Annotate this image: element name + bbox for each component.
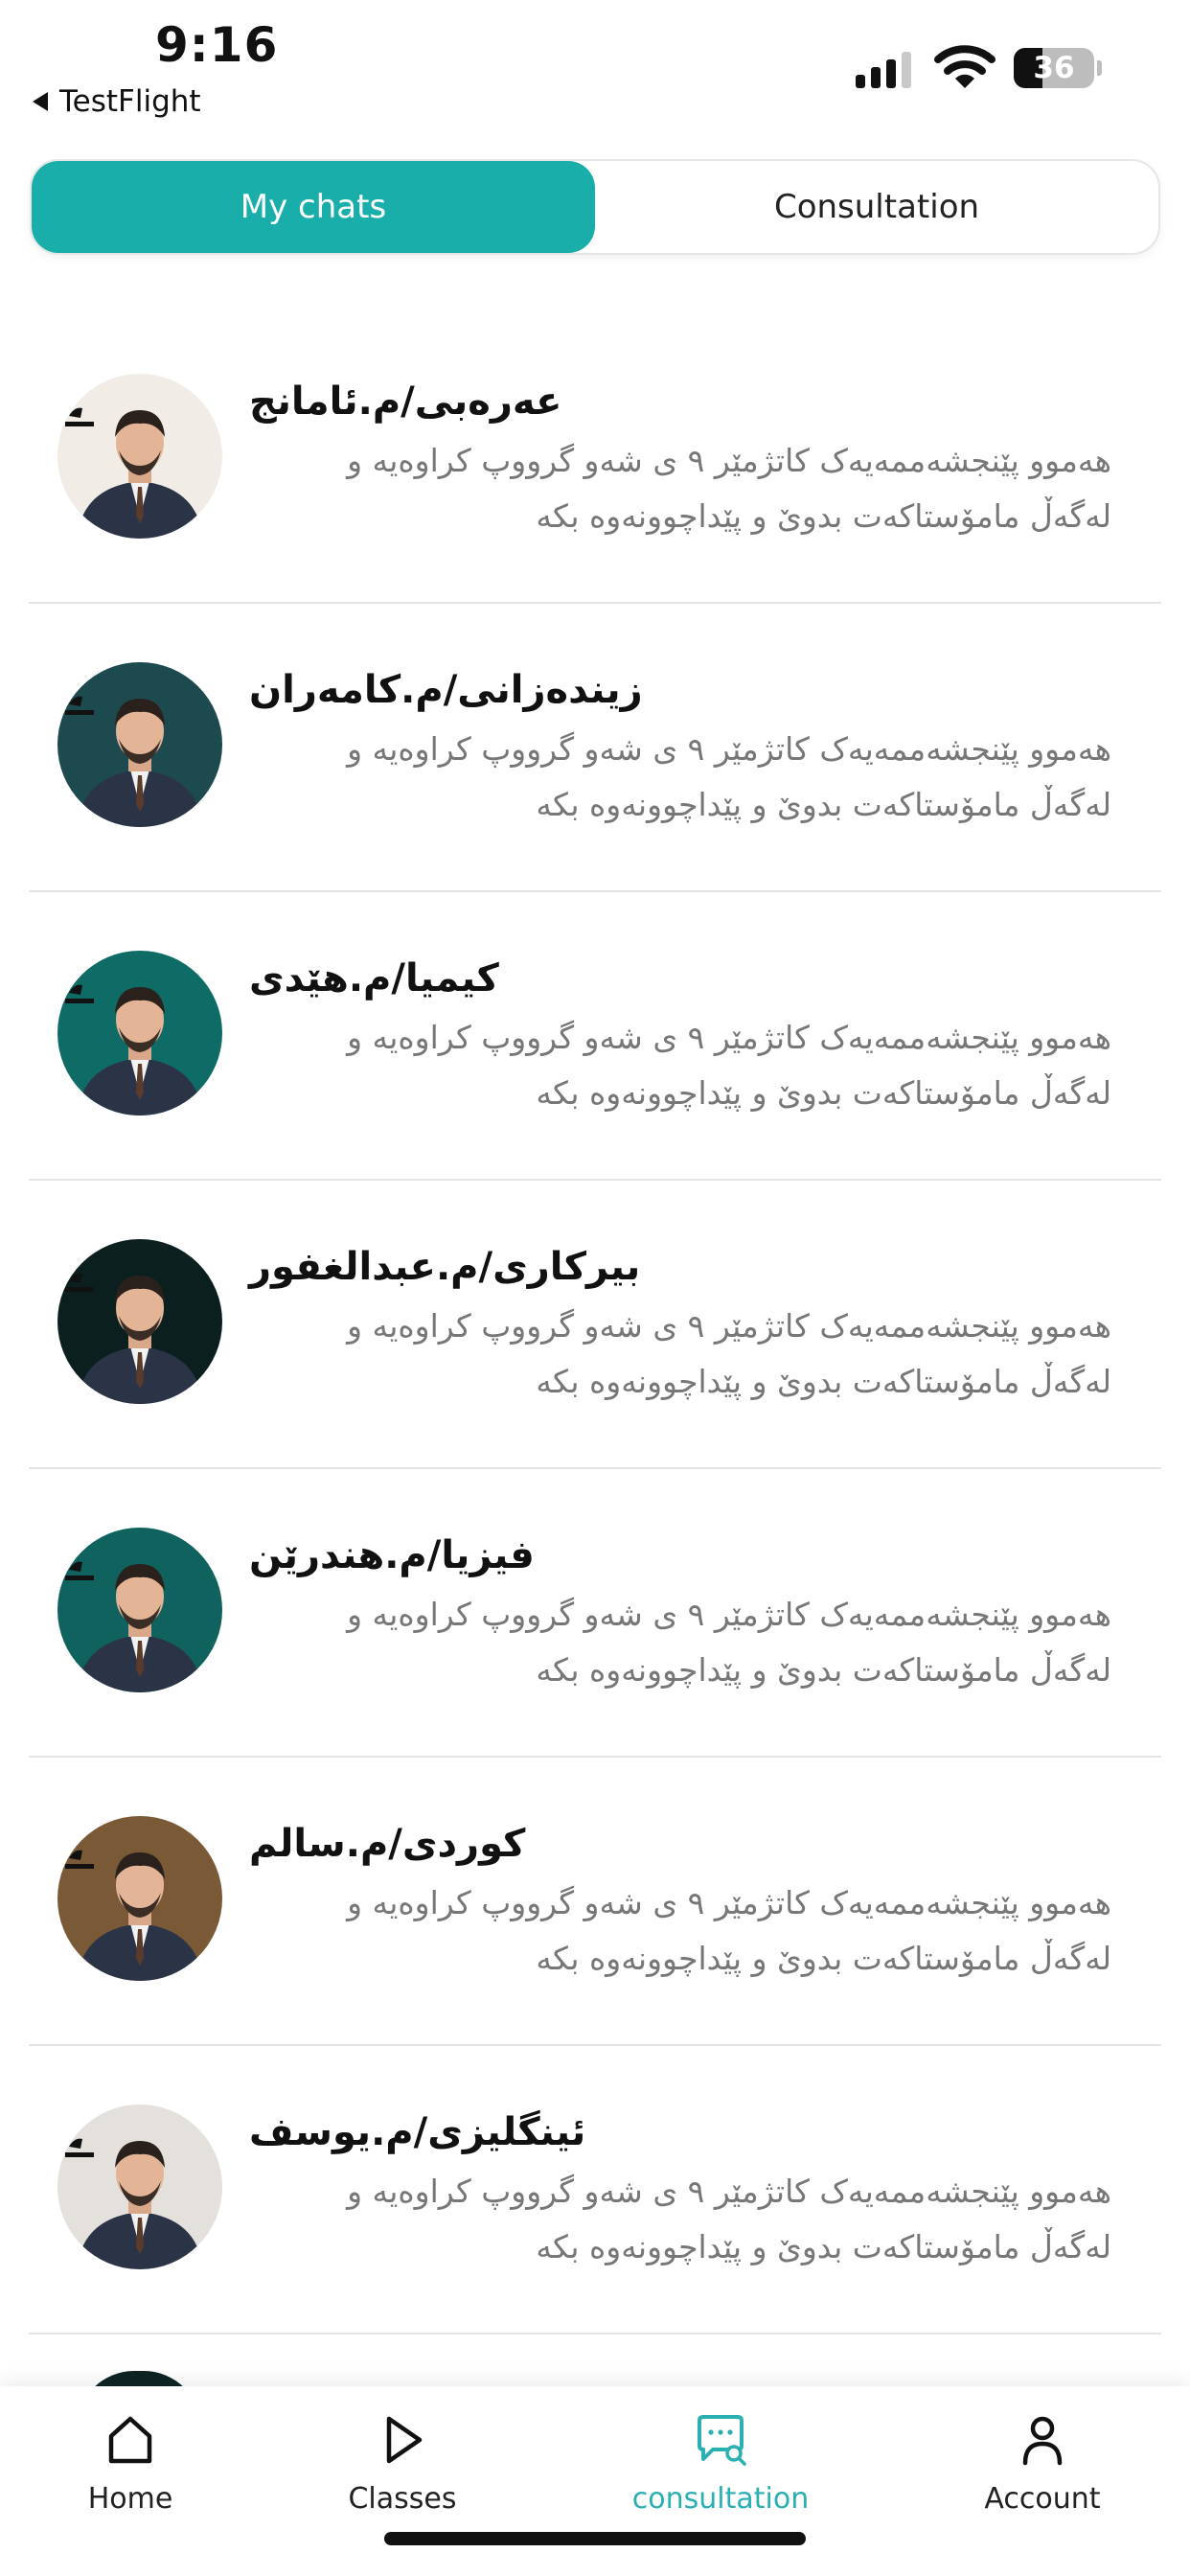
chat-message-line: هەموو پێنجشەممەیەک کاتژمێر ٩ ی شەو گرووپ… — [347, 1884, 1111, 1921]
tab-home[interactable]: Home — [15, 2411, 245, 2517]
chat-name: زیندەزانی/م.کامەران — [249, 668, 643, 712]
tab-consultation-nav[interactable]: consultation — [606, 2411, 835, 2517]
status-time: 9:16 — [155, 17, 279, 73]
avatar — [57, 374, 222, 539]
divider — [29, 1179, 1161, 1181]
avatar — [57, 1816, 222, 1981]
chat-last-message: هەموو پێنجشەممەیەک کاتژمێر ٩ ی شەو گرووپ… — [249, 1299, 1111, 1410]
avatar — [57, 662, 222, 827]
divider — [29, 2044, 1161, 2046]
battery-tip — [1097, 60, 1102, 76]
chat-last-message: هەموو پێنجشەممەیەک کاتژمێر ٩ ی شەو گرووپ… — [249, 1875, 1111, 1987]
home-indicator-bar — [384, 2532, 806, 2545]
chat-list-item[interactable]: زیندەزانی/م.کامەران هەموو پێنجشەممەیەک کا… — [29, 605, 1161, 892]
chat-message-line: لەگەڵ مامۆستاکەت بدوێ و پێداچوونەوە بکە — [536, 1074, 1111, 1112]
chat-list-item[interactable]: کیمیا/م.هێدی هەموو پێنجشەممەیەک کاتژمێر ٩… — [29, 893, 1161, 1181]
chat-list-item[interactable]: بیرکاری/م.عبدالغفور هەموو پێنجشەممەیەک کا… — [29, 1182, 1161, 1469]
avatar — [57, 1528, 222, 1692]
chat-last-message: هەموو پێنجشەممەیەک کاتژمێر ٩ ی شەو گرووپ… — [249, 2164, 1111, 2275]
chat-list-item[interactable]: عەرەبی/م.ئامانج هەموو پێنجشەممەیەک کاتژمێ… — [29, 316, 1161, 604]
chat-message-line: هەموو پێنجشەممەیەک کاتژمێر ٩ ی شەو گرووپ… — [347, 2173, 1111, 2210]
status-bar: 9:16 TestFlight 36 — [0, 0, 1190, 144]
chat-search-icon — [698, 2415, 746, 2466]
chat-list: عەرەبی/م.ئامانج هەموو پێنجشەممەیەک کاتژمێ… — [0, 316, 1190, 2377]
divider — [29, 1756, 1161, 1758]
cellular-signal-icon — [856, 50, 911, 88]
person-icon — [1022, 2416, 1063, 2466]
avatar — [57, 951, 222, 1116]
chat-name: ئینگلیزی/م.یوسف — [249, 2110, 586, 2154]
avatar — [57, 2104, 222, 2269]
chat-message-line: لەگەڵ مامۆستاکەت بدوێ و پێداچوونەوە بکە — [536, 1651, 1111, 1689]
divider — [29, 1467, 1161, 1469]
chat-last-message: هەموو پێنجشەممەیەک کاتژمێر ٩ ی شەو گرووپ… — [249, 1010, 1111, 1121]
tab-consultation-label: consultation — [631, 2482, 810, 2516]
back-app-label: TestFlight — [59, 84, 201, 119]
chat-message-line: هەموو پێنجشەممەیەک کاتژمێر ٩ ی شەو گرووپ… — [347, 1019, 1111, 1056]
chat-last-message: هەموو پێنجشەممەیەک کاتژمێر ٩ ی شەو گرووپ… — [249, 1587, 1111, 1698]
chat-name: فیزیا/م.هندرێن — [249, 1533, 535, 1577]
wifi-icon — [934, 45, 995, 88]
chat-name: بیرکاری/م.عبدالغفور — [249, 1245, 641, 1289]
chat-message-line: لەگەڵ مامۆستاکەت بدوێ و پێداچوونەوە بکە — [536, 497, 1111, 535]
chat-message-line: هەموو پێنجشەممەیەک کاتژمێر ٩ ی شەو گرووپ… — [347, 730, 1111, 768]
battery-level: 36 — [1033, 51, 1075, 85]
tab-account[interactable]: Account — [927, 2411, 1157, 2517]
chat-last-message: هەموو پێنجشەممەیەک کاتژمێر ٩ ی شەو گرووپ… — [249, 433, 1111, 544]
tab-classes-label: Classes — [348, 2482, 457, 2516]
chat-list-item[interactable]: ئینگلیزی/م.یوسف هەموو پێنجشەممەیەک کاتژمێ… — [29, 2047, 1161, 2334]
chat-name: عەرەبی/م.ئامانج — [249, 380, 562, 424]
chat-name: کوردی/م.سالم — [249, 1822, 526, 1866]
chat-message-line: هەموو پێنجشەممەیەک کاتژمێر ٩ ی شەو گرووپ… — [347, 1596, 1111, 1633]
chat-type-switcher: My chats Consultation — [30, 159, 1160, 255]
back-arrow-icon — [33, 92, 48, 111]
avatar — [57, 1239, 222, 1404]
home-icon — [108, 2416, 152, 2464]
chat-last-message: هەموو پێنجشەممەیەک کاتژمێر ٩ ی شەو گرووپ… — [249, 722, 1111, 833]
signal-bar — [871, 67, 881, 88]
chat-list-item[interactable]: کوردی/م.سالم هەموو پێنجشەممەیەک کاتژمێر ٩… — [29, 1759, 1161, 2046]
signal-bar — [886, 59, 896, 88]
chat-message-line: هەموو پێنجشەممەیەک کاتژمێر ٩ ی شەو گرووپ… — [347, 1307, 1111, 1345]
chat-list-item[interactable]: فیزیا/م.هندرێن هەموو پێنجشەممەیەک کاتژمێر… — [29, 1470, 1161, 1758]
tab-my-chats[interactable]: My chats — [32, 161, 595, 253]
tab-account-label: Account — [984, 2482, 1101, 2516]
divider — [29, 890, 1161, 892]
divider — [29, 602, 1161, 604]
chat-message-line: لەگەڵ مامۆستاکەت بدوێ و پێداچوونەوە بکە — [536, 786, 1111, 823]
bottom-tab-bar: Home Classes consultation Account — [0, 2386, 1190, 2576]
chat-message-line: هەموو پێنجشەممەیەک کاتژمێر ٩ ی شەو گرووپ… — [347, 442, 1111, 479]
chat-message-line: لەگەڵ مامۆستاکەت بدوێ و پێداچوونەوە بکە — [536, 2228, 1111, 2266]
divider — [29, 2333, 1161, 2334]
chat-message-line: لەگەڵ مامۆستاکەت بدوێ و پێداچوونەوە بکە — [536, 1363, 1111, 1400]
signal-bar — [902, 52, 911, 88]
signal-bar — [856, 75, 865, 88]
tab-home-label: Home — [87, 2482, 173, 2516]
chat-message-line: لەگەڵ مامۆستاکەت بدوێ و پێداچوونەوە بکە — [536, 1940, 1111, 1977]
chat-name: کیمیا/م.هێدی — [249, 956, 499, 1000]
tab-consultation[interactable]: Consultation — [595, 161, 1158, 253]
back-to-app-link[interactable]: TestFlight — [33, 84, 201, 119]
tab-classes[interactable]: Classes — [287, 2411, 517, 2517]
play-icon — [386, 2416, 423, 2464]
battery-icon: 36 — [1014, 48, 1094, 88]
